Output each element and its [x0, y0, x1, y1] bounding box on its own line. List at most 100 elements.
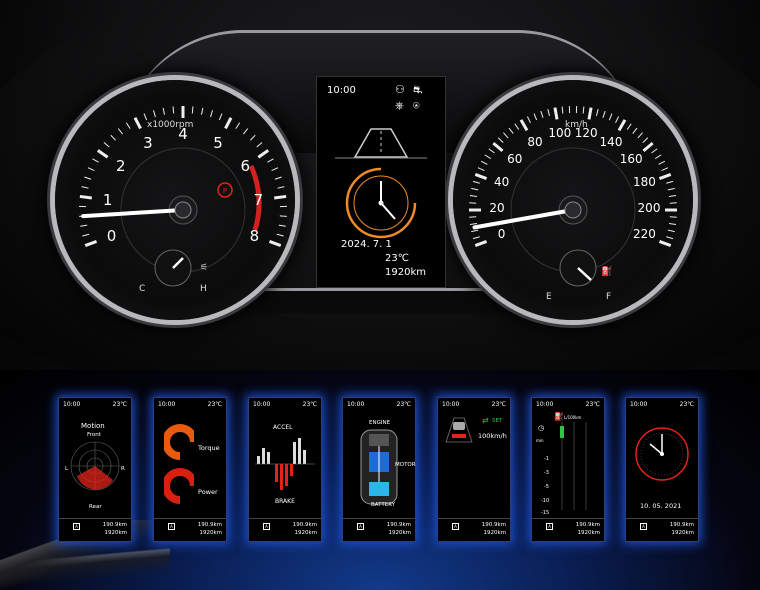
svg-text:P: P: [223, 187, 227, 195]
fuel-unit-label: L/100km: [564, 415, 582, 420]
fuel-pump-icon: ⛽: [601, 265, 612, 277]
accel-label: ACCEL: [273, 424, 293, 431]
tachometer-tick: [92, 158, 99, 163]
screen-temp: 23℃: [491, 401, 506, 408]
speedometer-tick: [540, 110, 544, 118]
tachometer-tick: [84, 240, 98, 247]
tachometer-scale-label: 5: [213, 133, 223, 152]
screen-cruise-control: 10:00 23℃ ⇄ SET 100km/h A 190.9km 1920km: [437, 397, 511, 542]
center-odometer: 1920km: [385, 267, 426, 278]
odometer: 1920km: [388, 530, 411, 536]
speedometer-scale-label: 140: [599, 135, 623, 150]
speedometer-tick: [608, 113, 613, 121]
screen-motion: 10:00 23℃ Motion Front L R Rear A 190.9km 1…: [58, 397, 132, 542]
tachometer-scale-label: 7: [253, 191, 264, 210]
screen-hybrid-energy: 10:00 23℃ ENGINE MOTOR BATTERY A 190.9km 19…: [342, 397, 416, 542]
lead-car-icon: [445, 417, 473, 443]
motion-front-label: Front: [87, 432, 101, 438]
speedometer-tick: [547, 108, 551, 117]
tachometer-scale-label: 6: [240, 157, 251, 176]
power-gauge-icon: [164, 468, 194, 504]
fuel-tick: -10: [541, 498, 550, 504]
tachometer-tick: [274, 176, 282, 180]
speedometer-tick: [503, 132, 509, 139]
tachometer-scale-label: 1: [102, 191, 113, 210]
tachometer-tick: [133, 117, 142, 130]
speedometer-tick: [642, 142, 654, 153]
car-energy-flow-icon: [360, 429, 398, 505]
speedometer-tick: [666, 236, 674, 240]
speedometer-tick: [477, 167, 485, 172]
screen-torque-power: 10:00 23℃ Torque Power A 190.9km 1920km: [153, 397, 227, 542]
speedometer-scale-label: 160: [619, 152, 643, 167]
odometer: 1920km: [577, 530, 600, 536]
speedometer-tick: [651, 148, 658, 154]
speedometer-tick: [474, 240, 488, 247]
analog-clock-icon: [635, 427, 689, 481]
speedometer-tick: [526, 116, 531, 124]
odometer: 1920km: [199, 530, 222, 536]
trip-a-icon: A: [73, 523, 80, 530]
tachometer-tick: [278, 224, 286, 227]
accel-brake-bars-icon: [255, 438, 315, 490]
temp-cold-label: C: [139, 284, 146, 294]
battery-label: BATTERY: [371, 502, 396, 508]
tachometer-tick: [191, 106, 194, 114]
tachometer-tick: [256, 142, 263, 148]
screen-temp: 23℃: [585, 401, 600, 408]
screen-temp: 23℃: [396, 401, 411, 408]
timer-icon: ◷: [538, 424, 545, 432]
speedometer-tick: [480, 160, 488, 165]
tachometer-tick: [152, 110, 156, 118]
tachometer-scale-label: 0: [106, 226, 117, 245]
speedometer-tick: [587, 107, 593, 120]
speedometer-tick: [533, 113, 538, 121]
speedometer-tick: [632, 127, 638, 134]
speedometer-tick: [553, 107, 559, 120]
brake-label: BRAKE: [275, 498, 295, 505]
trip-distance: 190.9km: [197, 522, 222, 528]
temp-hot-label: H: [200, 284, 207, 294]
tachometer-tick: [80, 224, 88, 227]
speedometer-tick: [661, 167, 669, 172]
tachometer-tick: [277, 186, 285, 189]
power-label: Power: [198, 488, 218, 496]
trip-a-icon: A: [263, 523, 270, 530]
tachometer-tick: [235, 122, 241, 129]
driver-assist-icon: ⚇: [395, 83, 405, 96]
tachometer-tick: [257, 149, 270, 159]
speedometer-scale-label: 60: [507, 152, 523, 167]
screen-accel-brake: 10:00 23℃ ACCEL BRAKE A 190.9km 1920km: [248, 397, 322, 542]
screen-clock: 10:00 23℃ 10. 05. 2021 A 190.9km 1920km: [625, 397, 699, 542]
tachometer-tick: [82, 233, 90, 237]
speedometer-tick: [626, 123, 632, 130]
odometer: 1920km: [104, 530, 127, 536]
speedometer-tick: [492, 142, 504, 153]
speedometer-tick: [497, 137, 504, 143]
speedometer-scale-label: 200: [637, 201, 661, 215]
screen-fuel-economy: 10:00 23℃ ⛽ L/100km ◷ min -1 -3 -5 -10 -1…: [531, 397, 605, 542]
tachometer-tick: [162, 107, 165, 115]
tachometer-tick: [84, 176, 92, 180]
center-display: 10:00 ⚇ ⛐ ⎈ ⍟ 2024. 7. 1 23℃ 1920km: [316, 76, 446, 288]
cruise-set-label: SET: [492, 418, 503, 424]
speedometer-tick: [602, 110, 606, 118]
screen-temp: 23℃: [679, 401, 694, 408]
trip-distance: 190.9km: [575, 522, 600, 528]
trip-a-icon: A: [546, 523, 553, 530]
tachometer-tick: [267, 158, 274, 163]
screen-temp: 23℃: [302, 401, 317, 408]
motion-title: Motion: [81, 422, 105, 430]
trip-a-icon: A: [168, 523, 175, 530]
center-temperature: 23℃: [385, 253, 409, 264]
trip-distance: 190.9km: [102, 522, 127, 528]
trip-a-icon: A: [357, 523, 364, 530]
screen-temp: 23℃: [207, 401, 222, 408]
speedometer-tick: [484, 154, 492, 160]
fuel-tick: -15: [541, 510, 550, 516]
tachometer-tick: [274, 194, 287, 200]
tachometer-tick: [224, 117, 233, 130]
engine-label: ENGINE: [369, 420, 391, 426]
odometer: 1920km: [294, 530, 317, 536]
parking-brake-icon: P: [217, 182, 233, 198]
